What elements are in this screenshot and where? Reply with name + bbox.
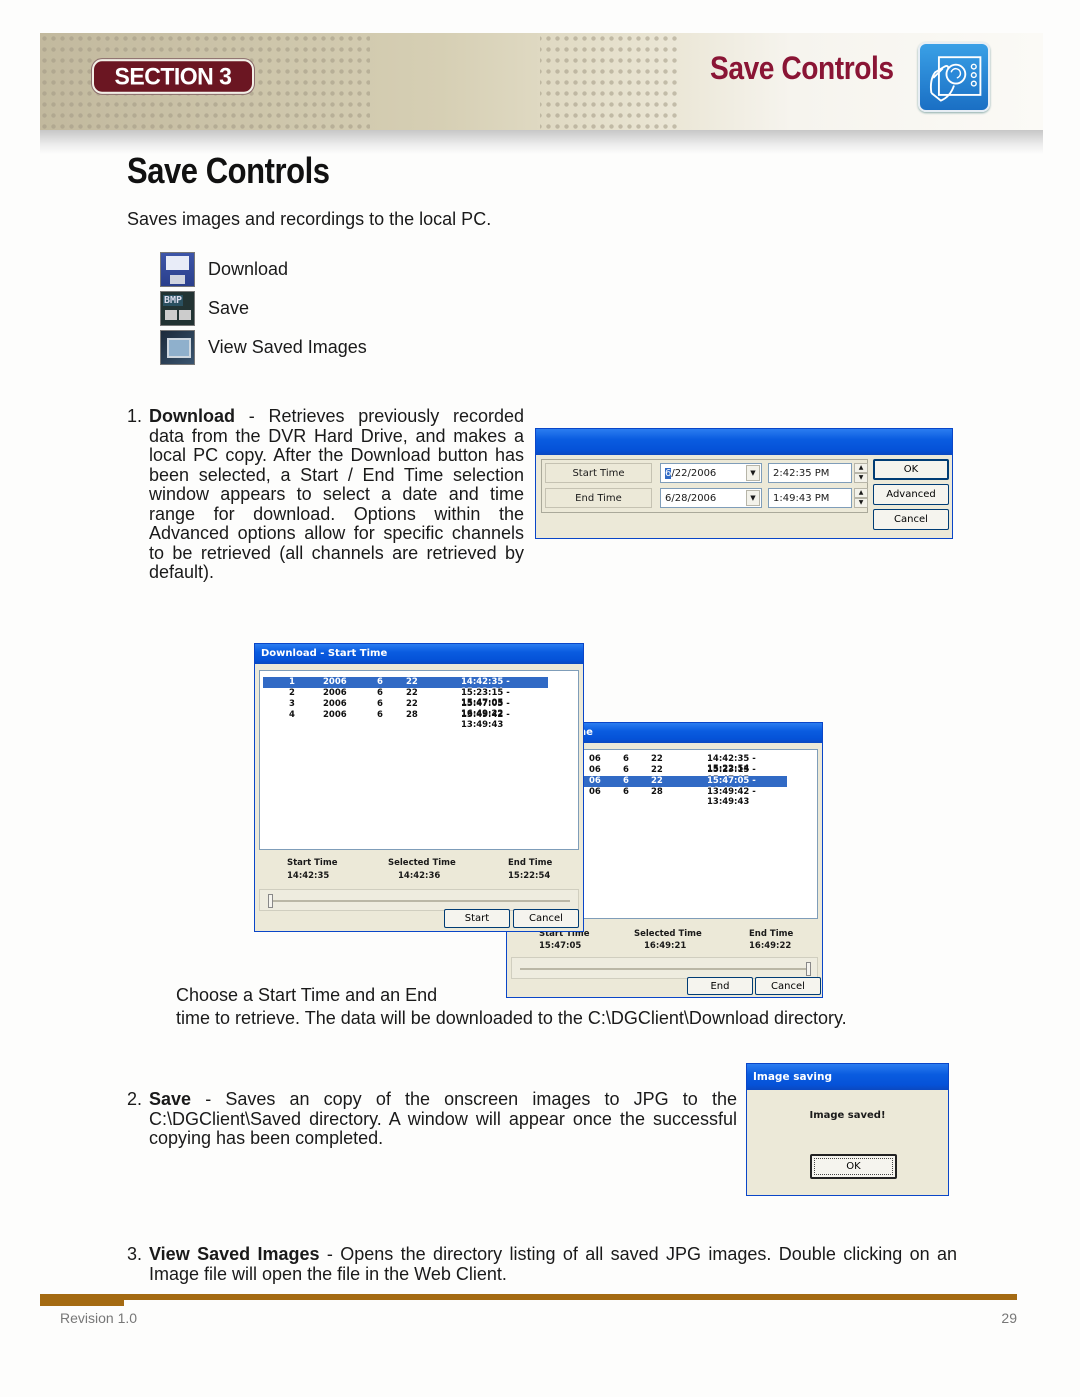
item-number: 2. <box>127 1089 143 1109</box>
advanced-button[interactable]: Advanced <box>873 484 949 505</box>
intro-text: Saves images and recordings to the local… <box>127 209 492 229</box>
list-row[interactable]: 2 2006 6 22 15:23:15 - 15:47:05 <box>263 688 548 708</box>
cancel-button[interactable]: Cancel <box>873 509 949 530</box>
window-title: Download - Start Time <box>255 644 583 664</box>
item-download: 1. Download - Retrieves previously recor… <box>127 406 524 583</box>
section-badge: SECTION 3 <box>92 59 254 94</box>
start-time-value: 14:42:35 <box>287 871 330 881</box>
legend-item-view: View Saved Images <box>160 328 367 367</box>
end-date-value: 6/28/2006 <box>665 492 717 504</box>
end-time-spinner[interactable]: ▲ ▼ <box>854 488 868 508</box>
revision-label: Revision 1.0 <box>60 1310 138 1326</box>
start-time-label: Start Time <box>545 463 652 483</box>
item-save: 2. Save - Saves an copy of the onscreen … <box>127 1089 737 1149</box>
end-button[interactable]: End <box>687 977 753 995</box>
choose-text-line2: time to retrieve. The data will be downl… <box>176 1008 847 1028</box>
item-term: Save <box>149 1089 192 1109</box>
floppy-download-icon <box>160 252 195 287</box>
slider-thumb[interactable] <box>806 962 811 976</box>
legend-label: Download <box>208 259 289 279</box>
view-images-icon <box>160 330 195 365</box>
image-saved-message: Image saved! <box>809 1110 886 1121</box>
selected-time-value: 16:49:21 <box>644 941 687 951</box>
date-group: Start Time 6/22/2006 ▼ 2:42:35 PM ▲ ▼ End… <box>541 459 868 513</box>
dialog-titlebar <box>536 429 952 455</box>
dialog-title: Image saving <box>747 1064 948 1090</box>
download-start-time-window: Download - Start Time 1 2006 6 22 14:42:35 -… <box>254 643 584 932</box>
image-saving-dialog: Image saving Image saved! OK <box>746 1063 949 1196</box>
time-range-dialog: Start Time 6/22/2006 ▼ 2:42:35 PM ▲ ▼ End… <box>535 428 953 539</box>
list-row[interactable]: 4 2006 6 28 13:49:42 - 13:49:43 <box>263 710 548 730</box>
legend-label: Save <box>208 298 250 318</box>
end-time-label: End Time <box>749 929 794 939</box>
legend-label: View Saved Images <box>208 337 367 357</box>
button-legend: Download BMP Save View Saved Images <box>160 250 367 367</box>
footer-rule <box>40 1294 1017 1300</box>
hand-control-icon <box>918 42 990 112</box>
start-time-label: Start Time <box>287 858 338 868</box>
page-number: 29 <box>1001 1310 1017 1326</box>
legend-item-save: BMP Save <box>160 289 367 328</box>
cancel-button[interactable]: Cancel <box>755 977 821 995</box>
start-date-picker[interactable]: 6/22/2006 ▼ <box>660 463 762 483</box>
legend-item-download: Download <box>160 250 367 289</box>
item-text: - Saves an copy of the onscreen images t… <box>149 1089 737 1148</box>
start-time-value: 15:47:05 <box>539 941 582 951</box>
chevron-down-icon[interactable]: ▼ <box>746 465 760 481</box>
bmp-save-icon: BMP <box>160 291 195 326</box>
ok-button[interactable]: OK <box>873 459 949 480</box>
item-term: Download <box>149 406 235 426</box>
start-button[interactable]: Start <box>444 909 510 928</box>
selected-time-label: Selected Time <box>388 858 456 868</box>
footer-tab <box>40 1294 124 1306</box>
start-time-spinner[interactable]: ▲ ▼ <box>854 463 868 483</box>
item-number: 3. <box>127 1244 143 1264</box>
item-text: - Retrieves previously recorded data fro… <box>149 406 524 582</box>
page-title: Save Controls <box>127 150 330 191</box>
end-time-label: End Time <box>508 858 553 868</box>
start-time-field[interactable]: 2:42:35 PM <box>768 463 852 483</box>
selected-time-label: Selected Time <box>634 929 702 939</box>
selected-time-value: 14:42:36 <box>398 871 441 881</box>
item-number: 1. <box>127 406 143 426</box>
end-time-label: End Time <box>545 488 652 508</box>
cancel-button[interactable]: Cancel <box>513 909 579 928</box>
start-date-rest: /22/2006 <box>671 467 717 479</box>
ok-button[interactable]: OK <box>810 1154 897 1179</box>
list-row[interactable]: 3 2006 6 22 15:47:05 - 16:49:22 <box>263 699 548 719</box>
recording-list[interactable]: 1 2006 6 22 14:42:35 - 15:22:54 2 2006 6 22 15:2… <box>259 670 579 850</box>
list-row[interactable]: 1 2006 6 22 14:42:35 - 15:22:54 <box>263 677 548 697</box>
banner-title: Save Controls <box>710 50 894 86</box>
end-date-picker[interactable]: 6/28/2006 ▼ <box>660 488 762 508</box>
end-time-value: 16:49:22 <box>749 941 792 951</box>
choose-text-line1: Choose a Start Time and an End <box>176 985 438 1005</box>
item-view-saved-images: 3. View Saved Images - Opens the directo… <box>127 1244 957 1284</box>
item-term: View Saved Images <box>149 1244 320 1264</box>
end-time-field[interactable]: 1:49:43 PM <box>768 488 852 508</box>
slider-thumb[interactable] <box>268 894 273 908</box>
end-time-value: 15:22:54 <box>508 871 551 881</box>
time-slider[interactable] <box>259 889 579 911</box>
time-slider[interactable] <box>511 957 818 979</box>
chevron-down-icon[interactable]: ▼ <box>746 490 760 506</box>
